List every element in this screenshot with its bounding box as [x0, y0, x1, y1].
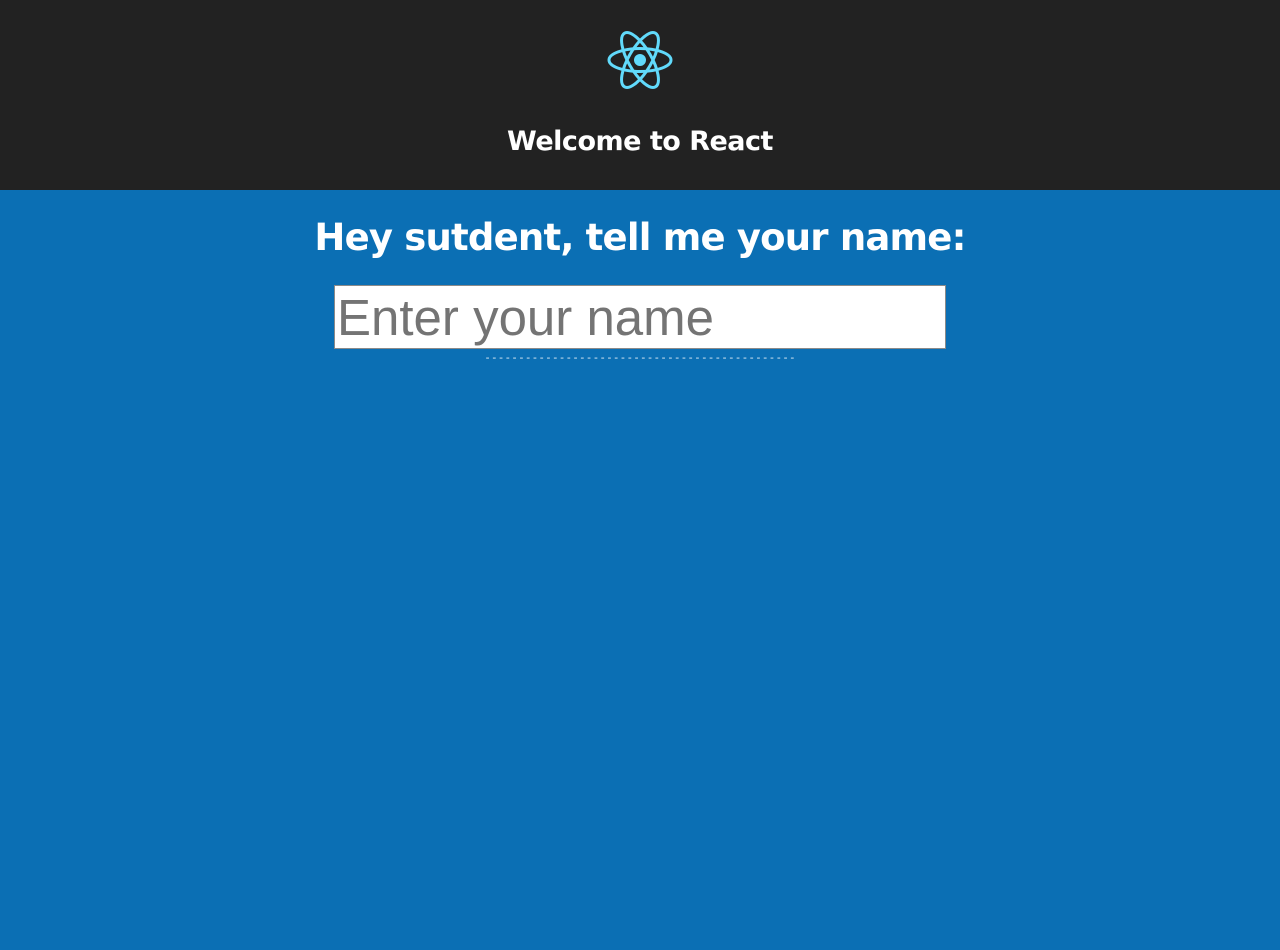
react-logo-icon: [606, 26, 674, 94]
app-header: Welcome to React: [0, 0, 1280, 190]
name-input[interactable]: [334, 285, 946, 349]
name-prompt-heading: Hey sutdent, tell me your name:: [314, 216, 966, 259]
dashed-separator: ----------------------------------------…: [484, 351, 796, 364]
main-content: Hey sutdent, tell me your name: --------…: [0, 190, 1280, 950]
header-title: Welcome to React: [507, 126, 773, 157]
